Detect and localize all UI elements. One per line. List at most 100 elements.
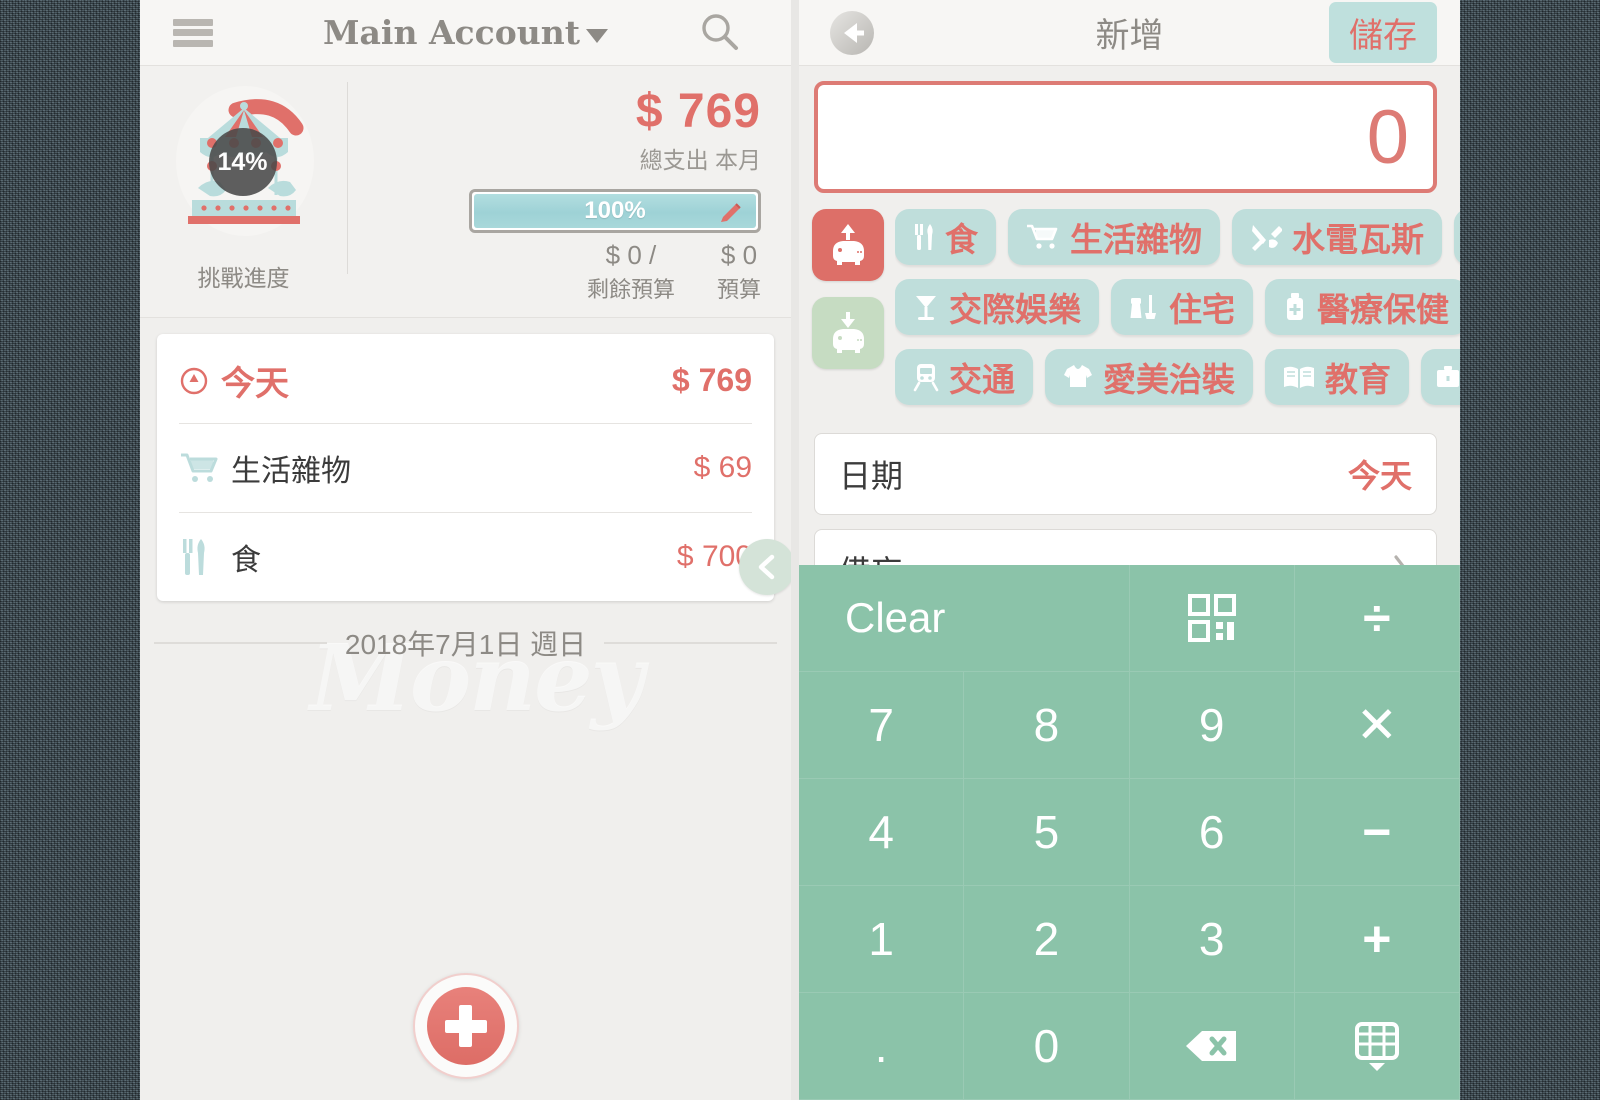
numeric-keypad: Clear ÷ 7 8 9 ✕ 4 5 6 − 1 2 3 + . 0 (799, 565, 1460, 1100)
category-chip-utilities[interactable]: 水電瓦斯 (1232, 209, 1442, 265)
total-budget: $ 0 預算 (717, 240, 761, 304)
total-expense-amount: $ 769 (635, 85, 761, 138)
category-label: 水電瓦斯 (1292, 221, 1424, 258)
cutlery-icon (179, 537, 231, 577)
transaction-list: Money 今天 $ 769 生活雜物 $ 69 食 $ 700 2018年7月… (140, 334, 791, 1100)
category-chip-groceries[interactable]: 生活雜物 (1008, 209, 1220, 265)
key-4[interactable]: 4 (799, 779, 965, 886)
date-field-label: 日期 (839, 458, 904, 494)
category-row: 交通 愛美治裝 教育 (895, 349, 1460, 405)
broom-icon (1130, 295, 1156, 319)
category-chip-medical[interactable]: 醫療保健 (1265, 279, 1460, 335)
account-name: Main Account (323, 13, 580, 52)
piggy-bank-down-icon[interactable] (812, 297, 884, 369)
shopping-cart-icon (179, 451, 231, 485)
book-icon (1284, 366, 1314, 388)
train-icon (913, 364, 939, 392)
key-2[interactable]: 2 (964, 886, 1130, 993)
challenge-progress[interactable]: 14% 挑戰進度 (140, 66, 347, 293)
transaction-group-total: $ 769 (671, 362, 752, 398)
category-chip-clothing[interactable]: 愛美治裝 (1045, 349, 1253, 405)
search-icon[interactable] (697, 10, 743, 56)
remaining-budget-label: 剩餘預算 (586, 277, 675, 302)
key-3[interactable]: 3 (1129, 886, 1295, 993)
backspace-icon (1185, 1031, 1236, 1061)
category-label: 交際娛樂 (949, 291, 1081, 328)
carousel-illustration: 14% (168, 80, 320, 255)
category-chip-entertainment[interactable]: 交際娛樂 (895, 279, 1099, 335)
key-qr-code[interactable] (1129, 565, 1295, 672)
left-topbar: Main Account (140, 0, 791, 66)
date-divider-label: 2018年7月1日 週日 (344, 629, 587, 660)
remaining-budget: $ 0 / 剩餘預算 (587, 240, 675, 304)
budget-percent: 100% (584, 197, 646, 224)
amount-input[interactable]: 0 (814, 81, 1437, 193)
medicine-icon (1287, 293, 1303, 320)
category-chip-partial-1[interactable] (1454, 209, 1460, 265)
pane-divider (791, 0, 799, 1100)
wrench-icon (1252, 225, 1282, 251)
amount-value: 0 (1366, 94, 1409, 180)
challenge-percent: 14% (208, 128, 277, 196)
clock-icon (180, 367, 208, 394)
category-label: 醫療保健 (1317, 291, 1449, 328)
category-chip-food[interactable]: 食 (895, 209, 996, 265)
pencil-icon[interactable] (718, 200, 744, 226)
add-record-pane: 新增 儲存 0 食 生活雜物 水電瓦斯 交際娛樂 住宅 醫療保健 交通 愛美治裝… (799, 0, 1460, 1100)
category-label: 食 (945, 221, 978, 258)
save-button[interactable]: 儲存 (1329, 2, 1437, 63)
key-1[interactable]: 1 (799, 886, 965, 993)
category-chip-grid: 食 生活雜物 水電瓦斯 交際娛樂 住宅 醫療保健 交通 愛美治裝 教育 (895, 209, 1460, 419)
total-expense-label: 總支出 本月 (639, 147, 761, 173)
transaction-group-header[interactable]: 今天 $ 769 (179, 334, 752, 423)
transaction-amount: $ 69 (693, 451, 752, 484)
key-plus[interactable]: + (1294, 886, 1460, 993)
key-hide-keyboard[interactable] (1294, 993, 1460, 1100)
total-budget-label: 預算 (716, 277, 761, 302)
category-label: 住宅 (1169, 291, 1235, 328)
challenge-label: 挑戰進度 (197, 265, 290, 291)
add-record-button[interactable] (412, 973, 519, 1079)
key-backspace[interactable] (1129, 993, 1295, 1100)
category-chip-partial-2[interactable] (1421, 349, 1460, 405)
key-7[interactable]: 7 (799, 672, 965, 779)
accounts-pane: Main Account 14% 挑戰進度 $ 769 總支出 本月 100% … (140, 0, 791, 1100)
right-topbar: 新增 儲存 (799, 0, 1460, 66)
key-divide[interactable]: ÷ (1294, 565, 1460, 672)
budget-summary: $ 769 總支出 本月 100% $ 0 / 剩餘預算 $ 0 預算 (348, 66, 791, 304)
date-divider: 2018年7月1日 週日 (154, 623, 777, 663)
table-row[interactable]: 生活雜物 $ 69 (179, 423, 752, 512)
category-chip-housing[interactable]: 住宅 (1111, 279, 1253, 335)
category-chip-transport[interactable]: 交通 (895, 349, 1033, 405)
key-0[interactable]: 0 (964, 993, 1130, 1100)
key-8[interactable]: 8 (964, 672, 1130, 779)
account-selector[interactable]: Main Account (140, 13, 791, 52)
cocktail-icon (916, 296, 936, 320)
key-5[interactable]: 5 (964, 779, 1130, 886)
briefcase-icon (1437, 366, 1459, 387)
cutlery-icon (915, 224, 933, 250)
piggy-bank-up-icon[interactable] (812, 209, 884, 281)
category-chip-education[interactable]: 教育 (1265, 349, 1409, 405)
app-window: Main Account 14% 挑戰進度 $ 769 總支出 本月 100% … (140, 0, 1460, 1100)
hide-keyboard-icon (1354, 1022, 1399, 1071)
table-row[interactable]: 食 $ 700 (179, 512, 752, 601)
transaction-group-label: 今天 (221, 365, 289, 403)
category-label: 交通 (949, 361, 1015, 398)
back-arrow-icon[interactable] (824, 5, 880, 61)
budget-progress-bar[interactable]: 100% (469, 189, 761, 233)
date-field[interactable]: 日期 今天 (814, 433, 1437, 515)
key-minus[interactable]: − (1294, 779, 1460, 886)
key-decimal[interactable]: . (799, 993, 965, 1100)
key-multiply[interactable]: ✕ (1294, 672, 1460, 779)
tshirt-icon (1064, 365, 1092, 387)
chevron-left-icon[interactable] (739, 539, 791, 595)
key-9[interactable]: 9 (1129, 672, 1295, 779)
key-6[interactable]: 6 (1129, 779, 1295, 886)
category-label: 教育 (1325, 361, 1391, 398)
category-label: 生活雜物 (1070, 221, 1202, 258)
category-label: 愛美治裝 (1103, 361, 1235, 398)
total-budget-value: $ 0 (720, 240, 758, 270)
key-clear[interactable]: Clear (799, 565, 1130, 672)
summary-panel: 14% 挑戰進度 $ 769 總支出 本月 100% $ 0 / 剩餘預算 $ … (140, 66, 791, 318)
